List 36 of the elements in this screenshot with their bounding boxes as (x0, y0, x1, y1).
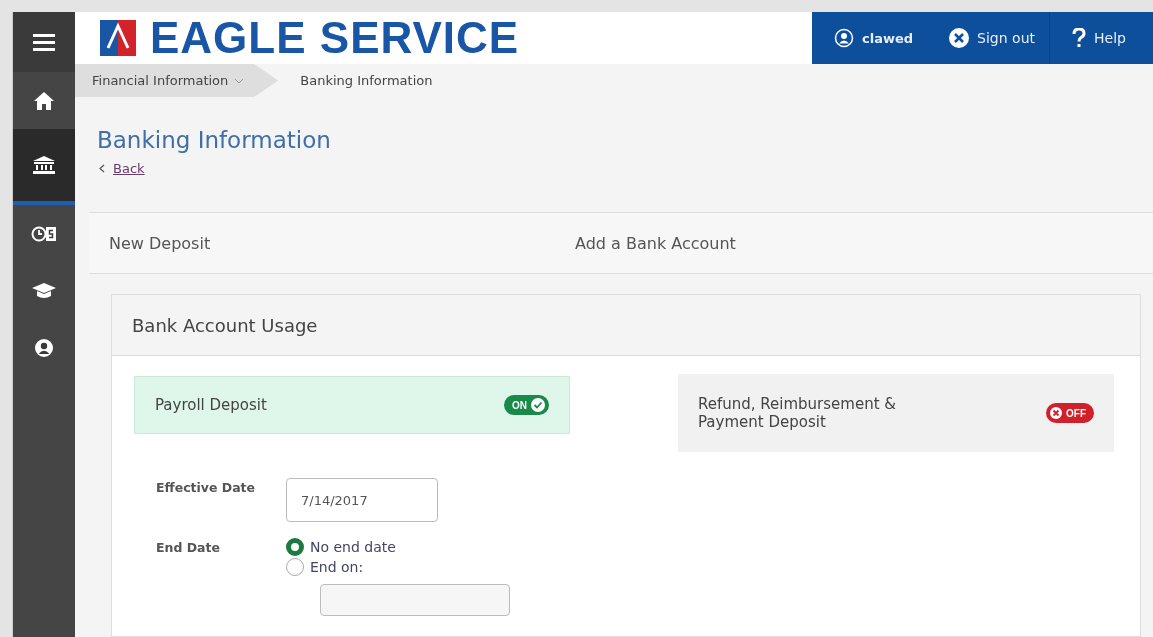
user-icon (834, 28, 854, 48)
sign-out-link[interactable]: Sign out (927, 12, 1049, 65)
close-icon (949, 28, 970, 48)
date-input[interactable]: 7/14/2017 (286, 478, 438, 522)
user-link[interactable]: clawed (812, 12, 928, 65)
date-input[interactable] (320, 584, 510, 616)
toggle-switch[interactable]: ON (504, 395, 549, 415)
radio-option[interactable]: No end date (286, 538, 510, 556)
card-title: Bank Account Usage (132, 314, 318, 336)
tab[interactable]: New Deposit (89, 233, 555, 253)
deposit-label: Payroll Deposit (155, 396, 267, 414)
radio-option[interactable]: End on: (286, 558, 510, 576)
check-icon (530, 397, 546, 413)
user-icon (34, 337, 54, 358)
toggle-switch[interactable]: OFF (1046, 403, 1094, 423)
breadcrumb-link[interactable]: Financial Information (75, 64, 279, 97)
help-icon (1072, 28, 1086, 48)
graduation-cap-icon (32, 282, 56, 299)
breadcrumb-link[interactable]: Banking Information (278, 64, 455, 97)
sidebar-item[interactable] (13, 12, 75, 72)
bank-icon (33, 156, 55, 174)
chevron-left-icon (99, 164, 105, 173)
menu-icon (33, 33, 55, 51)
clock-dollar-icon (31, 225, 57, 242)
home-icon (34, 91, 54, 110)
page-title: Banking Information (97, 127, 331, 153)
field-label: End Date (156, 540, 221, 557)
back-link[interactable]: Back (99, 161, 145, 176)
sidebar-item[interactable] (13, 129, 75, 205)
app-title: EAGLE SERVICE (150, 13, 520, 63)
deposit-label: Refund, Reimbursement & Payment Deposit (698, 395, 898, 431)
field-label: Effective Date (156, 480, 257, 497)
logo-icon (100, 20, 136, 56)
tab[interactable]: Add a Bank Account (555, 233, 1021, 253)
close-icon (1049, 406, 1063, 420)
caret-icon (234, 77, 245, 84)
